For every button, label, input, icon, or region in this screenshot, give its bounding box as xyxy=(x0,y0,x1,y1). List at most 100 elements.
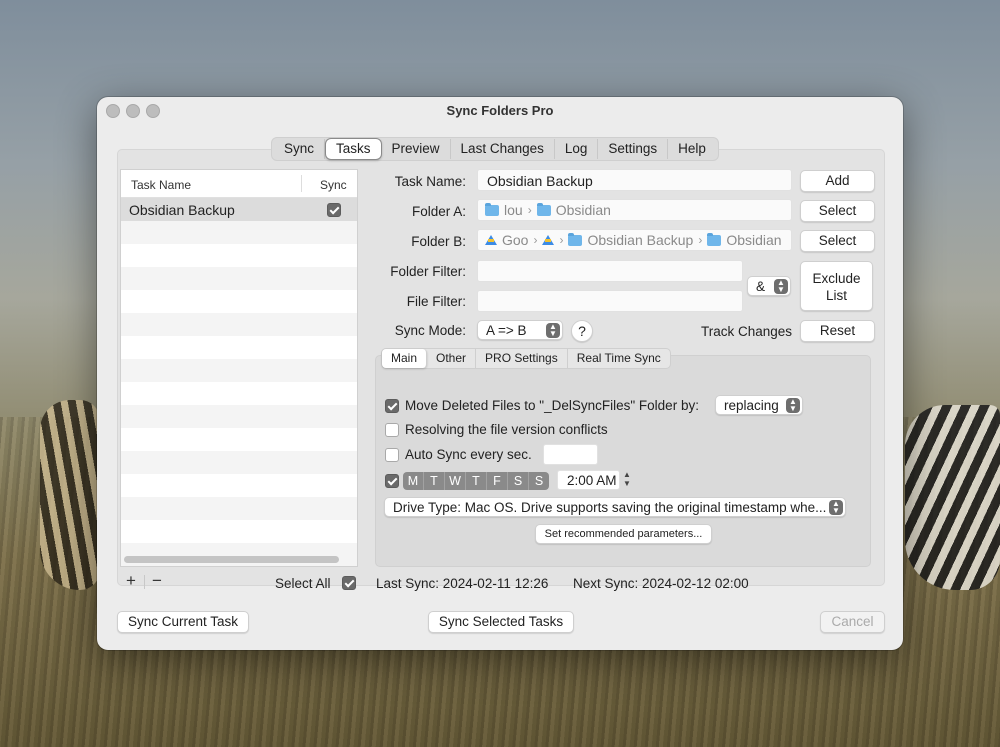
task-name-field[interactable]: Obsidian Backup xyxy=(477,169,792,191)
help-button[interactable]: ? xyxy=(571,320,593,342)
path-segment: Obsidian xyxy=(726,232,782,248)
day-friday[interactable]: F xyxy=(487,472,508,490)
select-folder-b-button[interactable]: Select xyxy=(800,230,875,252)
empty-row xyxy=(121,405,357,428)
auto-sync-seconds-field[interactable] xyxy=(543,444,598,465)
background-zebra-left xyxy=(40,400,100,590)
day-tuesday[interactable]: T xyxy=(424,472,445,490)
drive-type-value: Drive Type: Mac OS. Drive supports savin… xyxy=(393,500,827,515)
empty-row xyxy=(121,221,357,244)
tab-tasks[interactable]: Tasks xyxy=(325,138,382,160)
add-task-button[interactable]: + xyxy=(119,572,143,590)
empty-row xyxy=(121,382,357,405)
select-folder-a-button[interactable]: Select xyxy=(800,200,875,222)
drive-type-popup[interactable]: Drive Type: Mac OS. Drive supports savin… xyxy=(384,497,846,517)
remove-task-button[interactable]: − xyxy=(145,572,169,590)
file-filter-label: File Filter: xyxy=(406,294,466,309)
subtab-real-time-sync[interactable]: Real Time Sync xyxy=(568,349,670,368)
day-saturday[interactable]: S xyxy=(508,472,529,490)
schedule-time-field[interactable]: 2:00 AM xyxy=(557,470,620,490)
resolve-conflicts-label: Resolving the file version conflicts xyxy=(405,422,608,437)
chevron-right-icon: › xyxy=(559,233,564,247)
column-divider xyxy=(301,175,302,192)
set-recommended-button[interactable]: Set recommended parameters... xyxy=(535,524,712,544)
google-drive-icon xyxy=(485,235,497,245)
tab-settings[interactable]: Settings xyxy=(598,139,669,159)
task-row-sync-checkbox[interactable] xyxy=(327,203,341,217)
day-monday[interactable]: M xyxy=(403,472,424,490)
tab-sync[interactable]: Sync xyxy=(274,139,326,159)
track-changes-label: Track Changes xyxy=(700,324,792,339)
empty-row xyxy=(121,520,357,543)
resolve-conflicts-option[interactable]: Resolving the file version conflicts xyxy=(385,422,608,437)
task-list-header: Task Name Sync xyxy=(121,170,357,198)
move-deleted-option[interactable]: Move Deleted Files to "_DelSyncFiles" Fo… xyxy=(385,398,699,413)
sync-mode-label: Sync Mode: xyxy=(394,323,466,338)
subtab-main[interactable]: Main xyxy=(382,349,428,368)
auto-sync-option[interactable]: Auto Sync every sec. xyxy=(385,447,532,462)
subtab-other[interactable]: Other xyxy=(427,349,477,368)
day-sunday[interactable]: S xyxy=(529,472,549,490)
filter-join-popup[interactable]: & ▲ ▼ xyxy=(747,276,791,296)
google-drive-icon xyxy=(542,235,555,245)
move-deleted-checkbox[interactable] xyxy=(385,398,399,413)
auto-sync-label: Auto Sync every sec. xyxy=(405,447,532,462)
select-all-checkbox[interactable] xyxy=(342,576,356,590)
exclude-list-button[interactable]: Exclude List xyxy=(800,261,873,311)
day-wednesday[interactable]: W xyxy=(445,472,466,490)
auto-sync-checkbox[interactable] xyxy=(385,447,399,462)
reset-button[interactable]: Reset xyxy=(800,320,875,342)
exclude-label: Exclude xyxy=(812,271,861,286)
tab-last-changes[interactable]: Last Changes xyxy=(451,139,555,159)
tab-help[interactable]: Help xyxy=(668,139,716,159)
folder-icon xyxy=(568,232,583,246)
column-sync[interactable]: Sync xyxy=(320,178,347,192)
sync-mode-popup[interactable]: A => B ▲ ▼ xyxy=(477,320,563,340)
add-button[interactable]: Add xyxy=(800,170,875,192)
folder-filter-field[interactable] xyxy=(477,260,743,282)
folder-icon xyxy=(536,202,551,216)
file-filter-field[interactable] xyxy=(477,290,743,312)
path-segment: Goo xyxy=(502,232,529,248)
updown-chevron-icon: ▲ ▼ xyxy=(786,398,800,413)
app-window: Sync Folders Pro Sync Tasks Preview Last… xyxy=(97,97,903,650)
empty-row xyxy=(121,451,357,474)
chevron-right-icon: › xyxy=(533,233,538,247)
horizontal-scrollbar[interactable] xyxy=(124,556,339,563)
folder-a-label: Folder A: xyxy=(411,204,466,219)
task-name-label: Task Name: xyxy=(394,174,466,189)
path-segment: lou xyxy=(504,202,523,218)
sync-selected-tasks-button[interactable]: Sync Selected Tasks xyxy=(428,611,574,633)
background-zebra-right xyxy=(905,405,1000,590)
task-row[interactable]: Obsidian Backup xyxy=(121,198,357,221)
empty-row xyxy=(121,267,357,290)
column-task-name[interactable]: Task Name xyxy=(131,178,191,192)
cancel-button[interactable]: Cancel xyxy=(820,611,885,633)
sub-tab-bar: Main Other PRO Settings Real Time Sync xyxy=(381,348,671,369)
schedule-checkbox[interactable] xyxy=(385,474,399,488)
move-deleted-mode-popup[interactable]: replacing ▲ ▼ xyxy=(715,395,803,415)
tab-log[interactable]: Log xyxy=(555,139,599,159)
empty-row xyxy=(121,359,357,382)
filter-join-value: & xyxy=(756,279,766,294)
tab-preview[interactable]: Preview xyxy=(382,139,451,159)
empty-row xyxy=(121,474,357,497)
empty-row xyxy=(121,497,357,520)
select-all-label: Select All xyxy=(275,576,331,591)
time-stepper[interactable]: ▲ ▼ xyxy=(623,470,631,488)
weekday-selector: M T W T F S S xyxy=(403,472,549,490)
day-thursday[interactable]: T xyxy=(466,472,487,490)
resolve-conflicts-checkbox[interactable] xyxy=(385,422,399,437)
sync-current-task-button[interactable]: Sync Current Task xyxy=(117,611,249,633)
folder-b-path[interactable]: Goo › › Obsidian Backup › Obsidian xyxy=(477,229,792,251)
subtab-pro-settings[interactable]: PRO Settings xyxy=(476,349,568,368)
empty-row xyxy=(121,290,357,313)
list-label: List xyxy=(825,288,847,303)
updown-chevron-icon: ▲ ▼ xyxy=(829,500,843,515)
task-row-name: Obsidian Backup xyxy=(129,202,235,218)
folder-filter-label: Folder Filter: xyxy=(390,264,466,279)
empty-row xyxy=(121,313,357,336)
chevron-right-icon: › xyxy=(527,203,532,217)
folder-icon xyxy=(707,232,722,246)
folder-a-path[interactable]: lou › Obsidian xyxy=(477,199,792,221)
